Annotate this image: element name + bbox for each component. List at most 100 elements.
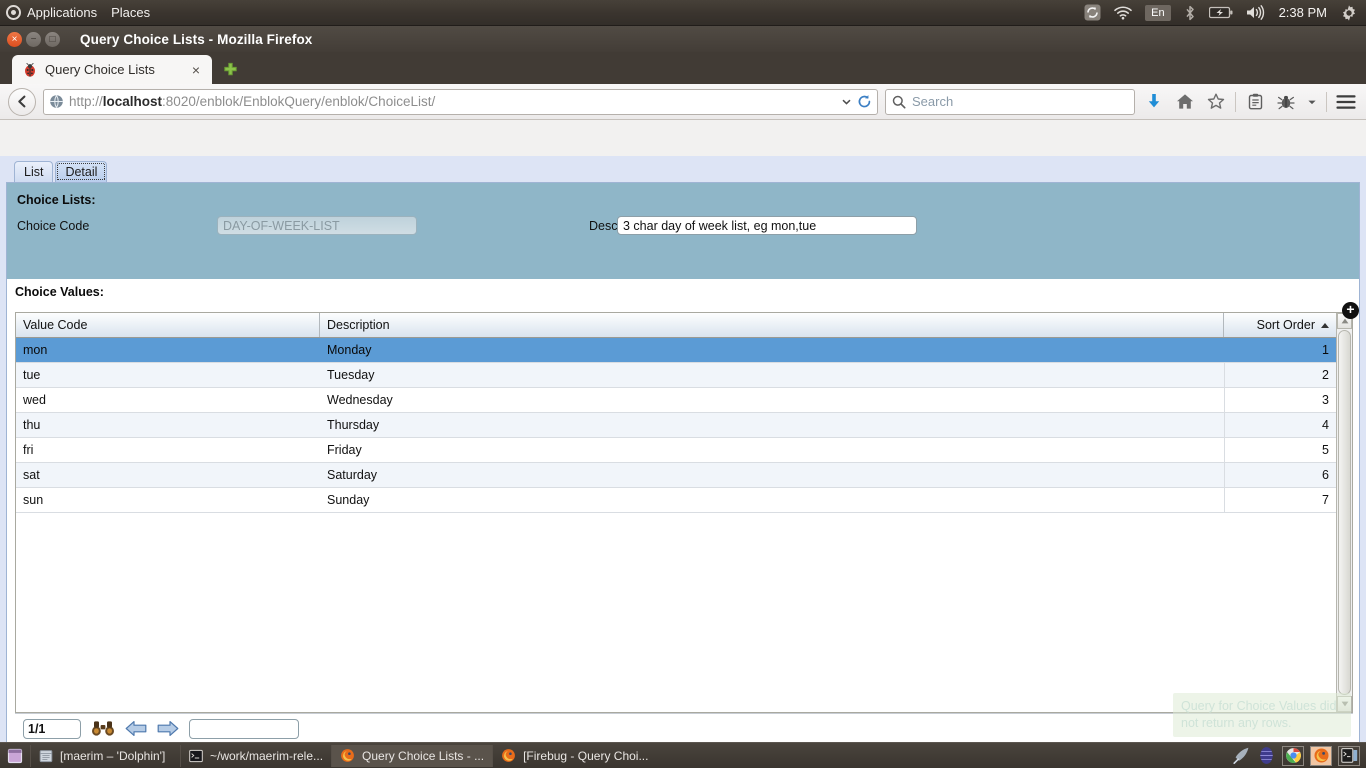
volume-icon[interactable] bbox=[1246, 5, 1266, 20]
cell-value-code[interactable]: fri bbox=[16, 438, 320, 462]
cell-description[interactable]: Thursday bbox=[320, 413, 1224, 437]
dropdown-history-icon[interactable] bbox=[841, 96, 852, 107]
table-row[interactable]: wedWednesday3 bbox=[16, 388, 1336, 413]
grid-body-area: Value Code Description Sort Order monMon… bbox=[16, 313, 1336, 712]
panel-clock[interactable]: 2:38 PM bbox=[1279, 5, 1327, 20]
table-row[interactable]: thuThursday4 bbox=[16, 413, 1336, 438]
places-menu[interactable]: Places bbox=[111, 5, 150, 20]
keyboard-layout-indicator[interactable]: En bbox=[1145, 5, 1170, 21]
cell-value-code[interactable]: wed bbox=[16, 388, 320, 412]
description-field[interactable]: 3 char day of week list, eg mon,tue bbox=[617, 216, 917, 235]
gear-settings-icon[interactable] bbox=[1340, 4, 1358, 22]
choice-values-section-title: Choice Values: bbox=[15, 285, 1353, 299]
table-row[interactable]: tueTuesday2 bbox=[16, 363, 1336, 388]
grid-vertical-scrollbar[interactable] bbox=[1336, 313, 1352, 712]
column-header-description[interactable]: Description bbox=[320, 313, 1224, 337]
reload-icon[interactable] bbox=[857, 94, 872, 109]
table-row[interactable]: monMonday1 bbox=[16, 338, 1336, 363]
page-indicator-field[interactable]: 1/1 bbox=[23, 719, 81, 739]
cell-sort-order[interactable]: 5 bbox=[1224, 438, 1336, 462]
cell-sort-order[interactable]: 2 bbox=[1224, 363, 1336, 387]
back-icon[interactable] bbox=[8, 88, 36, 116]
next-record-icon[interactable] bbox=[157, 720, 179, 737]
chrome-icon[interactable] bbox=[1282, 746, 1304, 766]
window-maximize-button[interactable]: □ bbox=[45, 32, 60, 47]
show-desktop-icon[interactable] bbox=[4, 746, 26, 766]
sphere-icon[interactable] bbox=[1257, 746, 1276, 765]
cell-description[interactable]: Wednesday bbox=[320, 388, 1224, 412]
column-header-sort-order[interactable]: Sort Order bbox=[1224, 313, 1336, 337]
record-navigation-bar: 1/1 bbox=[15, 713, 1353, 743]
cell-value-code[interactable]: thu bbox=[16, 413, 320, 437]
cell-description[interactable]: Monday bbox=[320, 338, 1224, 362]
firefox-window: × − □ Query Choice Lists - Mozilla Firef… bbox=[0, 26, 1366, 742]
choice-code-label: Choice Code bbox=[17, 219, 217, 233]
cell-sort-order[interactable]: 3 bbox=[1224, 388, 1336, 412]
taskbar-tray bbox=[1232, 746, 1282, 765]
binoculars-icon[interactable] bbox=[91, 720, 115, 737]
firebug-dropdown-icon[interactable] bbox=[1305, 89, 1319, 115]
places-menu-label: Places bbox=[111, 5, 150, 20]
bluetooth-icon[interactable] bbox=[1184, 5, 1196, 21]
applications-menu[interactable]: Applications bbox=[6, 5, 97, 20]
choice-lists-section-title: Choice Lists: bbox=[17, 193, 1349, 207]
firebug-icon[interactable] bbox=[1274, 89, 1298, 115]
firefox-icon[interactable] bbox=[1310, 746, 1332, 766]
choice-lists-field-row: Choice Code DAY-OF-WEEK-LIST Description… bbox=[17, 216, 1349, 235]
search-bar[interactable]: Search bbox=[885, 89, 1135, 115]
taskbar-item[interactable]: [Firebug - Query Choi... bbox=[492, 745, 656, 767]
window-minimize-button[interactable]: − bbox=[26, 32, 41, 47]
cell-value-code[interactable]: sat bbox=[16, 463, 320, 487]
tab-detail-label: Detail bbox=[65, 165, 97, 179]
new-tab-button[interactable] bbox=[222, 62, 239, 79]
record-search-input[interactable] bbox=[189, 719, 299, 739]
software-update-icon[interactable] bbox=[1084, 4, 1101, 21]
window-close-button[interactable]: × bbox=[7, 32, 22, 47]
download-icon[interactable] bbox=[1142, 89, 1166, 115]
cell-value-code[interactable]: sun bbox=[16, 488, 320, 512]
terminal-icon[interactable] bbox=[1338, 746, 1360, 766]
cell-value-code[interactable]: tue bbox=[16, 363, 320, 387]
search-input[interactable]: Search bbox=[912, 94, 953, 109]
globe-identity-icon[interactable] bbox=[49, 94, 64, 109]
add-row-button[interactable]: + bbox=[1342, 302, 1359, 319]
table-row[interactable]: friFriday5 bbox=[16, 438, 1336, 463]
battery-icon[interactable] bbox=[1209, 6, 1233, 19]
scroll-down-icon[interactable] bbox=[1337, 696, 1352, 712]
hamburger-menu-icon[interactable] bbox=[1334, 89, 1358, 115]
cell-value-code[interactable]: mon bbox=[16, 338, 320, 362]
cell-description[interactable]: Sunday bbox=[320, 488, 1224, 512]
url-bar[interactable]: http://localhost:8020/enblok/EnblokQuery… bbox=[43, 89, 878, 115]
browser-tab[interactable]: Query Choice Lists × bbox=[12, 55, 212, 84]
cell-description[interactable]: Friday bbox=[320, 438, 1224, 462]
tab-detail[interactable]: Detail bbox=[55, 161, 107, 182]
table-row[interactable]: satSaturday6 bbox=[16, 463, 1336, 488]
choice-code-field: DAY-OF-WEEK-LIST bbox=[217, 216, 417, 235]
window-list-taskbar: [maerim – 'Dolphin']~/work/maerim-rele..… bbox=[0, 742, 1366, 768]
cell-sort-order[interactable]: 4 bbox=[1224, 413, 1336, 437]
taskbar-items: [maerim – 'Dolphin']~/work/maerim-rele..… bbox=[30, 745, 656, 767]
cell-description[interactable]: Tuesday bbox=[320, 363, 1224, 387]
reader-list-icon[interactable] bbox=[1243, 89, 1267, 115]
taskbar-item[interactable]: ~/work/maerim-rele... bbox=[180, 745, 331, 767]
scrollbar-thumb[interactable] bbox=[1338, 330, 1351, 695]
taskbar-item[interactable]: Query Choice Lists - ... bbox=[331, 745, 492, 767]
taskbar-item[interactable]: [maerim – 'Dolphin'] bbox=[30, 745, 180, 767]
column-header-value-code[interactable]: Value Code bbox=[16, 313, 320, 337]
cell-description[interactable]: Saturday bbox=[320, 463, 1224, 487]
quill-icon[interactable] bbox=[1232, 746, 1251, 765]
tab-list[interactable]: List bbox=[14, 161, 53, 182]
cell-sort-order[interactable]: 7 bbox=[1224, 488, 1336, 512]
gnome-top-panel: Applications Places En bbox=[0, 0, 1366, 26]
app-tab-bar: List Detail bbox=[6, 160, 1360, 182]
previous-record-icon[interactable] bbox=[125, 720, 147, 737]
cell-sort-order[interactable]: 6 bbox=[1224, 463, 1336, 487]
cell-sort-order[interactable]: 1 bbox=[1224, 338, 1336, 362]
home-icon[interactable] bbox=[1173, 89, 1197, 115]
table-row[interactable]: sunSunday7 bbox=[16, 488, 1336, 513]
bookmark-star-icon[interactable] bbox=[1204, 89, 1228, 115]
terminal-icon bbox=[189, 749, 203, 763]
wifi-icon[interactable] bbox=[1114, 6, 1132, 20]
firefox-icon bbox=[501, 748, 516, 763]
tab-close-icon[interactable]: × bbox=[188, 62, 204, 78]
